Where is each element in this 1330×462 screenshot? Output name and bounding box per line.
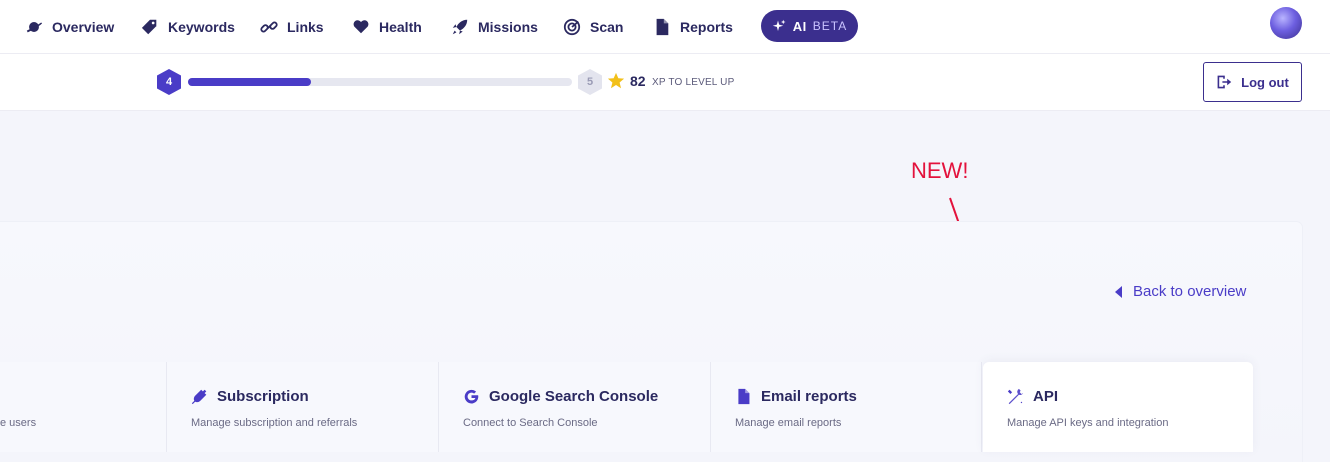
card-title-label: Email reports xyxy=(761,388,857,405)
heart-icon xyxy=(353,19,369,33)
caret-left-icon xyxy=(1115,285,1122,298)
card-subtitle: Manage subscription and referrals xyxy=(191,417,358,429)
ai-label: AI xyxy=(792,18,807,34)
back-link-label: Back to overview xyxy=(1133,283,1247,300)
settings-card-api[interactable]: API Manage API keys and integration xyxy=(983,362,1253,452)
settings-card-email-reports[interactable]: Email reports Manage email reports xyxy=(711,362,982,452)
nav-overview-label: Overview xyxy=(52,18,115,35)
nav-reports[interactable]: Reports xyxy=(653,0,733,53)
rocket-icon xyxy=(452,19,468,34)
nav-scan[interactable]: Scan xyxy=(563,0,623,53)
nav-health-label: Health xyxy=(379,18,422,35)
card-title: Subscription xyxy=(191,388,309,405)
new-annotation: NEW! xyxy=(911,158,969,183)
card-title-label: Google Search Console xyxy=(489,388,659,405)
nav-missions-label: Missions xyxy=(478,18,538,35)
avatar[interactable] xyxy=(1270,7,1302,39)
sparkles-icon xyxy=(772,19,786,31)
planet-icon xyxy=(26,21,43,32)
tools-icon xyxy=(1007,388,1024,405)
level-progress-bar: 4 5 82 XP TO LEVEL UP Log out xyxy=(0,54,1330,111)
nav-overview[interactable]: Overview xyxy=(25,0,114,53)
settings-card-google-search-console[interactable]: Google Search Console Connect to Search … xyxy=(439,362,711,452)
google-icon xyxy=(464,389,479,404)
back-to-overview-link[interactable]: Back to overview xyxy=(1115,283,1246,300)
xp-label: XP TO LEVEL UP xyxy=(652,77,735,88)
nav-keywords[interactable]: Keywords xyxy=(141,0,235,53)
card-subtitle: e users xyxy=(0,417,37,429)
logout-button[interactable]: Log out xyxy=(1203,62,1302,102)
card-subtitle: Manage email reports xyxy=(735,417,842,429)
logout-icon xyxy=(1217,75,1232,89)
settings-card-users[interactable]: e users xyxy=(0,362,167,452)
nav-links-label: Links xyxy=(287,18,324,35)
nav-links[interactable]: Links xyxy=(260,0,324,53)
card-title: Google Search Console xyxy=(463,388,658,405)
current-level-badge: 4 xyxy=(157,69,181,95)
next-level-badge: 5 xyxy=(578,69,602,95)
nav-keywords-label: Keywords xyxy=(168,18,235,35)
link-icon xyxy=(260,21,278,32)
plug-icon xyxy=(191,389,207,405)
card-subtitle: Manage API keys and integration xyxy=(1007,417,1169,429)
radar-icon xyxy=(563,18,581,35)
card-title: Email reports xyxy=(735,388,857,405)
nav-health[interactable]: Health xyxy=(352,0,422,53)
beta-badge: BETA xyxy=(812,19,848,33)
nav-missions[interactable]: Missions xyxy=(451,0,538,53)
ai-button[interactable]: AI BETA xyxy=(761,10,858,42)
card-title: API xyxy=(1007,388,1058,405)
settings-card-subscription[interactable]: Subscription Manage subscription and ref… xyxy=(167,362,439,452)
tag-icon xyxy=(141,19,157,34)
xp-progress-fill xyxy=(188,78,311,86)
nav-reports-label: Reports xyxy=(680,18,733,35)
top-navigation: Overview Keywords Links Health Missions … xyxy=(0,0,1330,54)
xp-value: 82 xyxy=(630,73,646,89)
card-subtitle: Connect to Search Console xyxy=(463,417,598,429)
star-icon xyxy=(607,72,625,89)
card-title-label: API xyxy=(1033,388,1059,405)
document-icon xyxy=(738,388,750,405)
xp-progress-track xyxy=(188,78,572,86)
logout-label: Log out xyxy=(1241,74,1289,90)
card-title-label: Subscription xyxy=(217,388,309,405)
nav-scan-label: Scan xyxy=(590,18,624,35)
document-icon xyxy=(656,18,669,35)
